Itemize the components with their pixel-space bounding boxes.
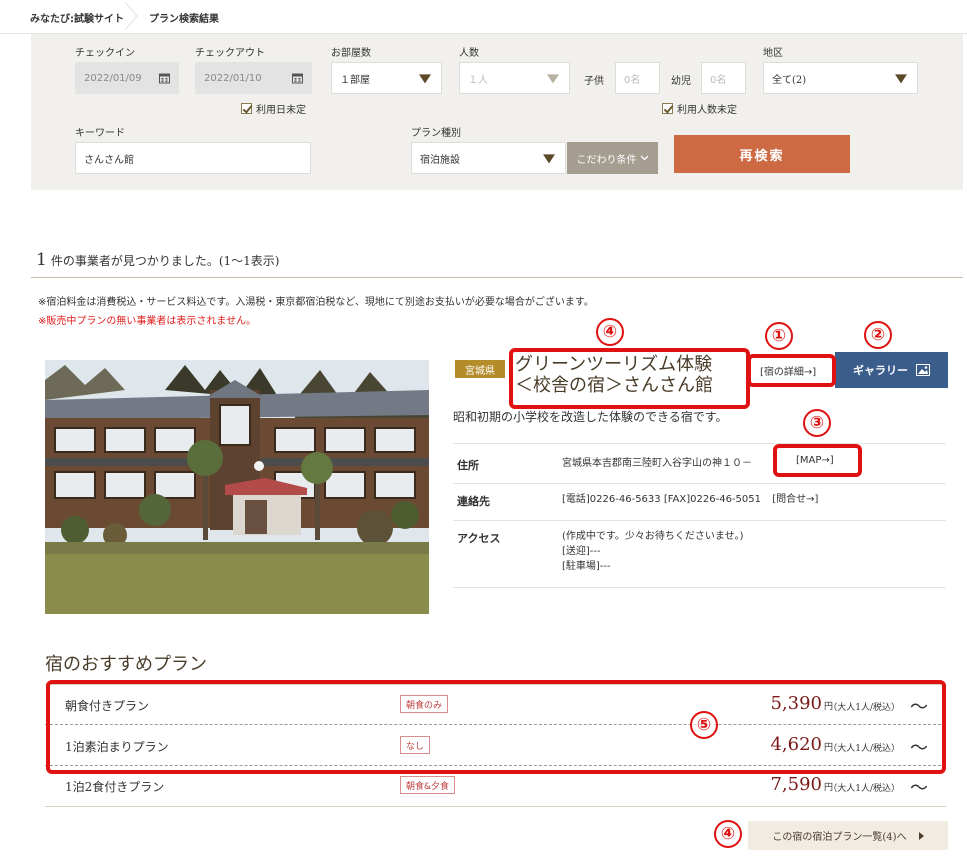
chevron-down-icon — [895, 74, 907, 84]
calendar-icon[interactable] — [159, 73, 170, 84]
people-select[interactable]: １人 — [459, 62, 570, 94]
arrow-right-icon — [918, 831, 924, 840]
checkout-input[interactable]: 2022/01/10 — [195, 62, 312, 94]
annotation-number-3: ③ — [803, 409, 831, 437]
divider — [31, 277, 963, 278]
contact-label: 連絡先 — [457, 495, 490, 508]
price-tilde: 〜 — [910, 778, 928, 799]
rooms-label: お部屋数 — [331, 48, 371, 59]
tax-note: ※宿泊料金は消費税込・サービス料込です。入湯税・東京都宿泊税など、現地にて別途お… — [38, 297, 594, 308]
people-undecided-checkbox[interactable]: 利用人数未定 — [662, 101, 737, 116]
keyword-label: キーワード — [75, 128, 125, 139]
annotation-box-plans — [46, 680, 946, 774]
checkin-input[interactable]: 2022/01/09 — [75, 62, 179, 94]
annotation-number-4: ④ — [596, 318, 624, 346]
area-select[interactable]: 全て(2) — [763, 62, 918, 94]
infant-count-input[interactable]: 0名 — [701, 62, 746, 94]
calendar-icon[interactable] — [292, 73, 303, 84]
divider — [45, 806, 946, 807]
result-count: 1 件の事業者が見つかりました。(1〜1表示) — [36, 250, 280, 270]
address-value: 宮城県本吉郡南三陸町入谷字山の神１０－ — [562, 458, 752, 469]
annotation-number-2: ② — [864, 321, 892, 349]
breadcrumb-home-link[interactable]: みなたび:試験サイト — [30, 10, 124, 25]
contact-value: [電話]0226-46-5633 [FAX]0226-46-5051 [問合せ→… — [562, 494, 819, 505]
access-value: (作成中です。少々お待ちくださいませ。) [送迎]--- [駐車場]--- — [562, 531, 744, 572]
chevron-down-icon — [547, 74, 559, 84]
plan-type-label: プラン種別 — [411, 128, 461, 139]
breadcrumb-current: プラン検索結果 — [149, 14, 219, 25]
annotation-box-details-link — [747, 354, 836, 387]
hidden-note: ※販売中プランの無い事業者は表示されません。 — [38, 316, 257, 327]
chevron-down-icon — [543, 154, 555, 164]
keyword-input[interactable]: さんさん館 — [75, 142, 311, 174]
chevron-down-icon — [419, 74, 431, 84]
breadcrumb: みなたび:試験サイト プラン検索結果 — [0, 0, 967, 34]
address-label: 住所 — [457, 459, 479, 472]
annotation-number-5: ⑤ — [690, 711, 718, 739]
breadcrumb-separator-icon — [124, 2, 138, 30]
meal-tag: 朝食&夕食 — [400, 776, 456, 794]
hotel-description: 昭和初期の小学校を改造した体験のできる宿です。 — [453, 410, 728, 424]
checkbox-checked-icon — [241, 103, 252, 114]
contact-row: 連絡先 [電話]0226-46-5633 [FAX]0226-46-5051 [… — [453, 483, 946, 520]
access-label: アクセス — [457, 532, 501, 545]
school-building-image — [45, 360, 429, 614]
checkout-label: チェックアウト — [195, 48, 265, 59]
kodawari-conditions-button[interactable]: こだわり条件 — [567, 142, 658, 174]
rooms-select[interactable]: １部屋 — [331, 62, 442, 94]
child-count-input[interactable]: 0名 — [615, 62, 660, 94]
plan-name[interactable]: 1泊2食付きプラン — [65, 778, 164, 795]
plan-price: 7,590 円 — [770, 774, 833, 795]
plan-list-button[interactable]: この宿の宿泊プラン一覧(4)へ — [748, 821, 948, 850]
hotel-photo[interactable] — [45, 360, 429, 614]
annotation-number-1: ① — [765, 322, 793, 350]
area-label: 地区 — [763, 48, 783, 59]
prefecture-badge: 宮城県 — [455, 360, 505, 378]
inquiry-link[interactable]: [問合せ→] — [772, 494, 818, 505]
checkbox-checked-icon — [662, 103, 673, 114]
date-undecided-checkbox[interactable]: 利用日未定 — [241, 101, 306, 116]
gallery-button[interactable]: ギャラリー — [835, 352, 948, 388]
search-panel: チェックイン 2022/01/09 チェックアウト 2022/01/10 お部屋… — [31, 34, 963, 190]
checkin-label: チェックイン — [75, 48, 135, 59]
plan-price-note: （大人1人/税込） — [828, 784, 900, 794]
child-label: 子供 — [584, 76, 604, 87]
chevron-down-icon — [640, 155, 648, 161]
people-label: 人数 — [459, 48, 479, 59]
research-button[interactable]: 再検索 — [674, 135, 850, 173]
plan-type-select[interactable]: 宿泊施設 — [411, 142, 566, 174]
plans-title: 宿のおすすめプラン — [45, 654, 207, 675]
annotation-box-map-link — [773, 444, 862, 477]
address-row: 住所 宮城県本吉郡南三陸町入谷字山の神１０－ — [453, 443, 946, 483]
infant-label: 幼児 — [671, 76, 691, 87]
annotation-box-hotel-name — [509, 348, 750, 409]
annotation-number-4-bottom: ④ — [714, 820, 742, 848]
gallery-icon — [916, 364, 930, 376]
access-row: アクセス (作成中です。少々お待ちくださいませ。) [送迎]--- [駐車場]-… — [453, 520, 946, 588]
